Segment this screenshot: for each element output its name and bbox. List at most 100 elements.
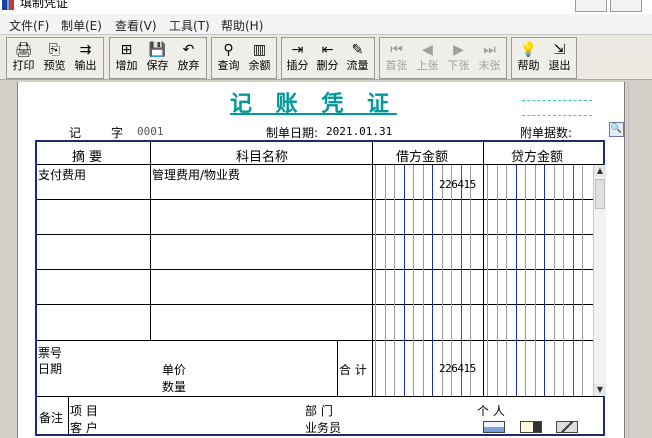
- next-voucher-button[interactable]: ▶ 下张: [444, 39, 473, 77]
- customer-label: 客 户: [70, 421, 98, 435]
- title-bar: 填制凭证: [0, 0, 652, 14]
- help-button[interactable]: 💡 帮助: [514, 39, 543, 77]
- preview-button[interactable]: ⎘ 预览: [40, 39, 69, 77]
- tools-icon[interactable]: [556, 421, 578, 433]
- toolbar-group-edit: ⊞ 增加 💾 保存 ↶ 放弃: [109, 37, 207, 79]
- column-divider: [337, 340, 338, 396]
- digit-column-line: [496, 165, 498, 396]
- dashed-line: [522, 115, 592, 116]
- save-button[interactable]: 💾 保存: [143, 39, 172, 77]
- voucher-date[interactable]: 2021.01.31: [326, 125, 392, 138]
- digit-column-line: [563, 165, 564, 396]
- export-icon: ⇉: [79, 42, 92, 58]
- query-button[interactable]: ⚲ 查询: [214, 39, 243, 77]
- quantity-label: 数量: [162, 380, 187, 394]
- toolbar-group-output: 🖨 打印 ⎘ 预览 ⇉ 输出: [6, 37, 104, 79]
- magnifier-icon[interactable]: 🔍: [609, 122, 624, 137]
- voucher-type[interactable]: 记: [69, 124, 81, 141]
- digit-column-line: [525, 165, 526, 396]
- total-label: 合 计: [339, 363, 367, 377]
- entry-debit-amount[interactable]: 226415: [439, 178, 476, 191]
- pen-icon: ✎: [351, 42, 364, 58]
- unit-price-label: 单价: [162, 363, 187, 377]
- bar-chart-icon: ▥: [252, 42, 267, 58]
- export-button[interactable]: ⇉ 输出: [71, 39, 100, 77]
- maximize-button[interactable]: [610, 0, 642, 12]
- window-title: 填制凭证: [20, 0, 69, 10]
- voucher-title: 记 账 凭 证: [230, 91, 397, 117]
- digit-column-line: [375, 165, 376, 396]
- column-divider: [150, 142, 151, 341]
- row-divider: [37, 340, 603, 341]
- salesperson-label: 业务员: [305, 421, 342, 435]
- menu-file[interactable]: 文件(F): [9, 17, 49, 34]
- digit-column-line: [544, 165, 545, 396]
- digit-column-line: [534, 165, 536, 396]
- minimize-button[interactable]: [575, 0, 607, 12]
- insert-row-button[interactable]: ⇥ 插分: [283, 39, 312, 77]
- delete-row-icon: ⇤: [321, 42, 334, 58]
- digit-column-line: [582, 165, 583, 396]
- last-page-icon: ⏭: [483, 42, 496, 58]
- department-label: 部 门: [305, 404, 333, 418]
- menu-view[interactable]: 查看(V): [115, 17, 157, 34]
- digit-column-line: [487, 165, 488, 396]
- toolbar-group-app: 💡 帮助 ⇲ 退出: [511, 37, 577, 79]
- row-divider: [37, 269, 593, 270]
- undo-icon: ↶: [182, 42, 195, 58]
- voucher-number[interactable]: 0001: [137, 125, 164, 138]
- card-icon[interactable]: [483, 421, 505, 433]
- toolbar-group-rows: ⇥ 插分 ⇤ 删分 ✎ 流量: [281, 37, 375, 79]
- digit-column-line: [572, 165, 574, 396]
- digit-column-line: [422, 165, 424, 396]
- add-button[interactable]: ⊞ 增加: [112, 39, 141, 77]
- column-header-summary: 摘 要: [72, 150, 103, 165]
- document-icon[interactable]: [520, 421, 542, 433]
- ticket-date-label: 日期: [38, 362, 63, 376]
- print-button[interactable]: 🖨 打印: [9, 39, 38, 77]
- first-voucher-button[interactable]: ⏮ 首张: [382, 39, 411, 77]
- lightbulb-icon: 💡: [519, 42, 538, 58]
- cash-flow-button[interactable]: ✎ 流量: [343, 39, 372, 77]
- column-divider: [372, 142, 373, 396]
- toolbar: 🖨 打印 ⎘ 预览 ⇉ 输出 ⊞ 增加 💾 保存 ↶ 放弃 ⚲ 查询 ▥ 余额 ⇥ 插分 ⇤ 删分 …: [0, 35, 652, 80]
- exit-button[interactable]: ⇲ 退出: [545, 39, 574, 77]
- scroll-down-icon[interactable]: ▼: [594, 384, 606, 396]
- next-page-icon: ▶: [453, 42, 464, 58]
- column-divider: [483, 142, 484, 396]
- save-icon: 💾: [148, 42, 167, 58]
- toolbar-group-query: ⚲ 查询 ▥ 余额: [211, 37, 277, 79]
- entry-account[interactable]: 管理费用/物业费: [152, 166, 240, 183]
- binoculars-icon: ⚲: [223, 42, 234, 58]
- digit-column-line: [553, 165, 555, 396]
- balance-button[interactable]: ▥ 余额: [245, 39, 274, 77]
- last-voucher-button[interactable]: ⏭ 末张: [475, 39, 504, 77]
- right-panel-edge: [624, 82, 652, 438]
- prev-voucher-button[interactable]: ◀ 上张: [413, 39, 442, 77]
- exit-door-icon: ⇲: [553, 42, 566, 58]
- column-divider: [68, 396, 69, 436]
- row-divider: [37, 234, 593, 235]
- row-divider: [37, 396, 603, 397]
- dashed-line: [522, 100, 592, 101]
- menu-voucher[interactable]: 制单(E): [61, 17, 102, 34]
- app-icon: [2, 0, 14, 10]
- insert-row-icon: ⇥: [291, 42, 304, 58]
- row-divider: [37, 199, 593, 200]
- column-header-account: 科目名称: [236, 150, 289, 165]
- menu-tools[interactable]: 工具(T): [169, 17, 210, 34]
- discard-button[interactable]: ↶ 放弃: [174, 39, 203, 77]
- digit-column-line: [403, 165, 405, 396]
- scroll-up-icon[interactable]: ▲: [594, 165, 606, 177]
- vertical-scrollbar[interactable]: ▲ ▼: [593, 165, 606, 396]
- scrollbar-thumb[interactable]: [595, 179, 605, 209]
- project-label: 项 目: [70, 404, 98, 418]
- preview-icon: ⎘: [48, 42, 61, 58]
- menu-bar: 文件(F) 制单(E) 查看(V) 工具(T) 帮助(H): [0, 14, 652, 35]
- printer-icon: 🖨: [14, 42, 33, 58]
- voucher-grid: [35, 140, 605, 436]
- delete-row-button[interactable]: ⇤ 删分: [313, 39, 342, 77]
- individual-label: 个 人: [477, 404, 505, 418]
- entry-summary[interactable]: 支付费用: [38, 166, 86, 183]
- menu-help[interactable]: 帮助(H): [221, 17, 263, 34]
